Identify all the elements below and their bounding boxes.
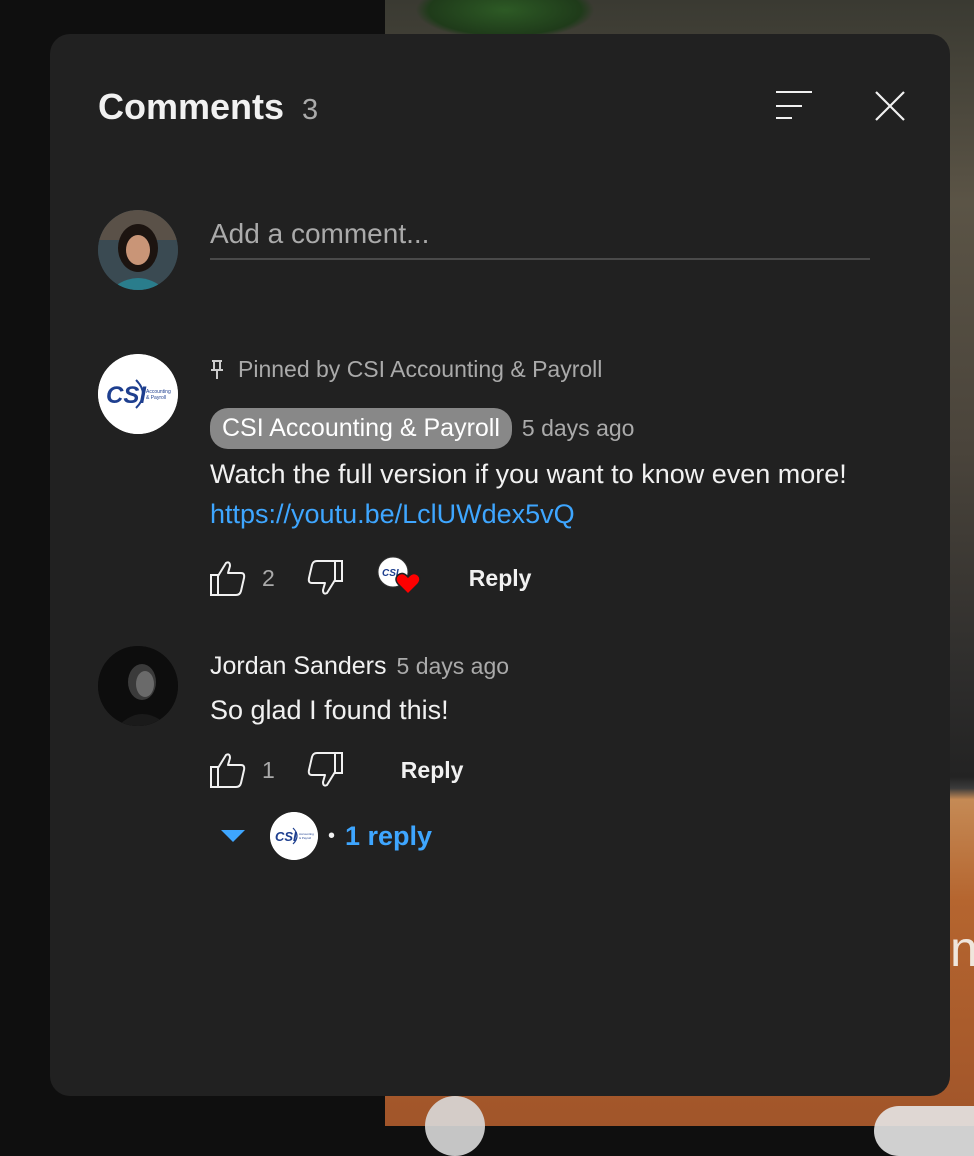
- creator-heart-badge: CSI: [377, 556, 425, 600]
- reply-button[interactable]: Reply: [401, 757, 464, 784]
- like-count: 2: [262, 564, 275, 591]
- user-avatar[interactable]: [98, 210, 178, 290]
- reply-author-avatar: CSI Accounting & Payroll: [270, 812, 318, 860]
- comment-thread: CSI Accounting & Payroll Pinned by CSI A…: [98, 354, 878, 604]
- pin-icon: [211, 359, 223, 379]
- like-count: 1: [262, 756, 275, 783]
- comment-thread: Jordan Sanders 5 days ago So glad I foun…: [98, 646, 878, 866]
- comment-author-line: CSI Accounting & Payroll 5 days ago: [210, 408, 634, 449]
- svg-text:& Payroll: & Payroll: [146, 395, 166, 401]
- like-button[interactable]: [206, 556, 250, 600]
- comments-panel: Comments 3 Add a comment... CSI Accounti…: [50, 34, 950, 1096]
- user-avatar-image: [98, 210, 178, 290]
- close-button[interactable]: [868, 84, 912, 128]
- comment-timestamp[interactable]: 5 days ago: [397, 653, 510, 680]
- comment-count: 3: [302, 94, 319, 126]
- comment-body: Watch the full version if you want to kn…: [210, 459, 847, 489]
- thumbs-down-icon: [307, 752, 343, 787]
- dislike-button[interactable]: [303, 556, 347, 600]
- thumbs-up-icon: [210, 753, 246, 788]
- reply-button[interactable]: Reply: [469, 565, 532, 592]
- background-shape: [425, 1096, 485, 1156]
- comment-author-name[interactable]: CSI Accounting & Payroll: [210, 408, 512, 449]
- comment-actions: 2 CSI Reply: [206, 556, 531, 600]
- comments-header: Comments 3: [98, 86, 318, 128]
- pinned-label: Pinned by CSI Accounting & Payroll: [238, 356, 603, 382]
- heart-icon: [395, 572, 421, 596]
- panel-title: Comments: [98, 86, 285, 127]
- comment-text: Watch the full version if you want to kn…: [210, 454, 850, 534]
- csi-logo-small: CSI Accounting & Payroll: [270, 812, 318, 860]
- sort-button[interactable]: [770, 84, 818, 128]
- replies-count-label: 1 reply: [345, 820, 433, 851]
- comment-author-name[interactable]: Jordan Sanders: [210, 652, 387, 681]
- svg-text:& Payroll: & Payroll: [299, 836, 311, 840]
- close-icon: [875, 91, 905, 121]
- background-text: n: [950, 921, 974, 977]
- thumbs-up-icon: [210, 561, 246, 596]
- comment-timestamp[interactable]: 5 days ago: [522, 415, 635, 442]
- comment-author-line: Jordan Sanders 5 days ago: [210, 652, 509, 681]
- dislike-button[interactable]: [303, 748, 347, 792]
- pinned-indicator: Pinned by CSI Accounting & Payroll: [210, 356, 602, 383]
- like-button[interactable]: [206, 748, 250, 792]
- background-shape: [874, 1106, 974, 1156]
- csi-logo: CSI Accounting & Payroll: [98, 354, 178, 434]
- triangle-down-icon: [221, 830, 245, 842]
- comment-link[interactable]: https://youtu.be/LclUWdex5vQ: [210, 499, 575, 529]
- sort-icon: [776, 91, 812, 119]
- jordan-avatar-image: [98, 646, 178, 726]
- add-comment-input[interactable]: [210, 210, 870, 260]
- svg-text:CSI: CSI: [275, 829, 297, 844]
- thumbs-down-icon: [307, 560, 343, 595]
- view-replies-button[interactable]: CSI Accounting & Payroll • 1 reply: [220, 812, 432, 860]
- separator-dot: •: [328, 824, 336, 847]
- comment-author-avatar[interactable]: [98, 646, 178, 726]
- comment-text: So glad I found this!: [210, 695, 449, 725]
- comment-author-avatar[interactable]: CSI Accounting & Payroll: [98, 354, 178, 434]
- add-comment-row: [98, 210, 870, 290]
- comment-actions: 1 Reply: [206, 748, 463, 792]
